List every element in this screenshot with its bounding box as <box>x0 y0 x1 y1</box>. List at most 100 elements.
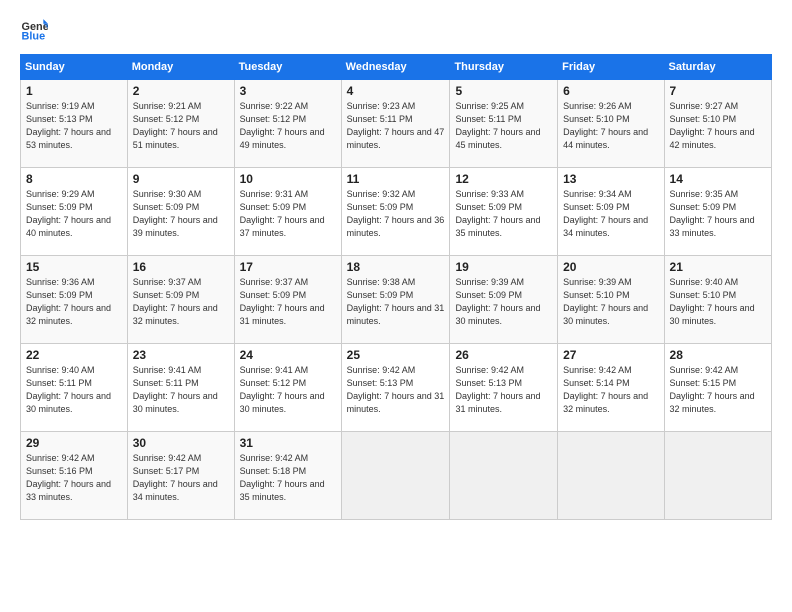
day-number: 2 <box>133 84 229 98</box>
day-number: 5 <box>455 84 552 98</box>
logo: General Blue <box>20 16 48 44</box>
weekday-row: SundayMondayTuesdayWednesdayThursdayFrid… <box>21 55 772 80</box>
calendar-cell: 27 Sunrise: 9:42 AMSunset: 5:14 PMDayligh… <box>558 344 664 432</box>
weekday-header: Friday <box>558 55 664 80</box>
calendar-cell: 28Sunrise: 9:42 AMSunset: 5:15 PMDayligh… <box>664 344 771 432</box>
day-detail: Sunrise: 9:29 AMSunset: 5:09 PMDaylight:… <box>26 188 122 240</box>
day-number: 22 <box>26 348 122 362</box>
day-detail: Sunrise: 9:40 AMSunset: 5:10 PMDaylight:… <box>670 276 766 328</box>
calendar-cell: 5 Sunrise: 9:25 AMSunset: 5:11 PMDaylight… <box>450 80 558 168</box>
day-detail: Sunrise: 9:42 AMSunset: 5:16 PMDaylight:… <box>26 452 122 504</box>
day-number: 31 <box>240 436 336 450</box>
day-number: 4 <box>347 84 445 98</box>
day-detail: Sunrise: 9:42 AMSunset: 5:13 PMDaylight:… <box>347 364 445 416</box>
calendar-cell: 16 Sunrise: 9:37 AMSunset: 5:09 PMDayligh… <box>127 256 234 344</box>
weekday-header: Wednesday <box>341 55 450 80</box>
calendar-cell <box>664 432 771 520</box>
day-detail: Sunrise: 9:37 AMSunset: 5:09 PMDaylight:… <box>240 276 336 328</box>
day-detail: Sunrise: 9:32 AMSunset: 5:09 PMDaylight:… <box>347 188 445 240</box>
day-number: 6 <box>563 84 658 98</box>
calendar-week-row: 8 Sunrise: 9:29 AMSunset: 5:09 PMDaylight… <box>21 168 772 256</box>
day-number: 20 <box>563 260 658 274</box>
calendar-cell: 9 Sunrise: 9:30 AMSunset: 5:09 PMDaylight… <box>127 168 234 256</box>
day-number: 16 <box>133 260 229 274</box>
calendar-cell: 12 Sunrise: 9:33 AMSunset: 5:09 PMDayligh… <box>450 168 558 256</box>
day-number: 15 <box>26 260 122 274</box>
day-number: 3 <box>240 84 336 98</box>
day-detail: Sunrise: 9:41 AMSunset: 5:12 PMDaylight:… <box>240 364 336 416</box>
calendar-week-row: 29 Sunrise: 9:42 AMSunset: 5:16 PMDayligh… <box>21 432 772 520</box>
day-number: 9 <box>133 172 229 186</box>
day-detail: Sunrise: 9:33 AMSunset: 5:09 PMDaylight:… <box>455 188 552 240</box>
calendar-cell: 3Sunrise: 9:22 AMSunset: 5:12 PMDaylight… <box>234 80 341 168</box>
calendar-cell: 21 Sunrise: 9:40 AMSunset: 5:10 PMDayligh… <box>664 256 771 344</box>
day-detail: Sunrise: 9:36 AMSunset: 5:09 PMDaylight:… <box>26 276 122 328</box>
calendar-cell: 17Sunrise: 9:37 AMSunset: 5:09 PMDayligh… <box>234 256 341 344</box>
calendar-cell: 29 Sunrise: 9:42 AMSunset: 5:16 PMDayligh… <box>21 432 128 520</box>
day-number: 8 <box>26 172 122 186</box>
day-number: 18 <box>347 260 445 274</box>
day-detail: Sunrise: 9:42 AMSunset: 5:13 PMDaylight:… <box>455 364 552 416</box>
day-detail: Sunrise: 9:42 AMSunset: 5:17 PMDaylight:… <box>133 452 229 504</box>
calendar-cell: 8 Sunrise: 9:29 AMSunset: 5:09 PMDaylight… <box>21 168 128 256</box>
calendar-cell: 4Sunrise: 9:23 AMSunset: 5:11 PMDaylight… <box>341 80 450 168</box>
day-detail: Sunrise: 9:34 AMSunset: 5:09 PMDaylight:… <box>563 188 658 240</box>
calendar-cell: 7 Sunrise: 9:27 AMSunset: 5:10 PMDaylight… <box>664 80 771 168</box>
calendar-cell: 23Sunrise: 9:41 AMSunset: 5:11 PMDayligh… <box>127 344 234 432</box>
day-number: 7 <box>670 84 766 98</box>
day-detail: Sunrise: 9:19 AMSunset: 5:13 PMDaylight:… <box>26 100 122 152</box>
day-number: 27 <box>563 348 658 362</box>
calendar-cell: 1 Sunrise: 9:19 AMSunset: 5:13 PMDaylight… <box>21 80 128 168</box>
calendar-cell: 18Sunrise: 9:38 AMSunset: 5:09 PMDayligh… <box>341 256 450 344</box>
calendar-cell: 15 Sunrise: 9:36 AMSunset: 5:09 PMDayligh… <box>21 256 128 344</box>
calendar-cell: 25 Sunrise: 9:42 AMSunset: 5:13 PMDayligh… <box>341 344 450 432</box>
calendar-cell: 6 Sunrise: 9:26 AMSunset: 5:10 PMDaylight… <box>558 80 664 168</box>
calendar-cell <box>341 432 450 520</box>
calendar-cell: 2 Sunrise: 9:21 AMSunset: 5:12 PMDaylight… <box>127 80 234 168</box>
calendar-cell <box>450 432 558 520</box>
calendar-cell <box>558 432 664 520</box>
calendar-week-row: 15 Sunrise: 9:36 AMSunset: 5:09 PMDayligh… <box>21 256 772 344</box>
day-detail: Sunrise: 9:35 AMSunset: 5:09 PMDaylight:… <box>670 188 766 240</box>
weekday-header: Sunday <box>21 55 128 80</box>
calendar-cell: 14 Sunrise: 9:35 AMSunset: 5:09 PMDayligh… <box>664 168 771 256</box>
calendar-header: SundayMondayTuesdayWednesdayThursdayFrid… <box>21 55 772 80</box>
page: General Blue SundayMondayTuesdayWednesda… <box>0 0 792 612</box>
day-number: 24 <box>240 348 336 362</box>
day-detail: Sunrise: 9:39 AMSunset: 5:10 PMDaylight:… <box>563 276 658 328</box>
day-number: 13 <box>563 172 658 186</box>
day-number: 21 <box>670 260 766 274</box>
day-number: 25 <box>347 348 445 362</box>
weekday-header: Saturday <box>664 55 771 80</box>
day-number: 26 <box>455 348 552 362</box>
day-detail: Sunrise: 9:42 AMSunset: 5:14 PMDaylight:… <box>563 364 658 416</box>
calendar-cell: 22Sunrise: 9:40 AMSunset: 5:11 PMDayligh… <box>21 344 128 432</box>
calendar-cell: 13 Sunrise: 9:34 AMSunset: 5:09 PMDayligh… <box>558 168 664 256</box>
day-detail: Sunrise: 9:42 AMSunset: 5:18 PMDaylight:… <box>240 452 336 504</box>
calendar-body: 1 Sunrise: 9:19 AMSunset: 5:13 PMDaylight… <box>21 80 772 520</box>
day-detail: Sunrise: 9:27 AMSunset: 5:10 PMDaylight:… <box>670 100 766 152</box>
day-detail: Sunrise: 9:25 AMSunset: 5:11 PMDaylight:… <box>455 100 552 152</box>
calendar-cell: 30 Sunrise: 9:42 AMSunset: 5:17 PMDayligh… <box>127 432 234 520</box>
day-detail: Sunrise: 9:37 AMSunset: 5:09 PMDaylight:… <box>133 276 229 328</box>
calendar: SundayMondayTuesdayWednesdayThursdayFrid… <box>20 54 772 520</box>
day-number: 1 <box>26 84 122 98</box>
day-number: 30 <box>133 436 229 450</box>
header: General Blue <box>20 16 772 44</box>
calendar-cell: 11Sunrise: 9:32 AMSunset: 5:09 PMDayligh… <box>341 168 450 256</box>
calendar-week-row: 22Sunrise: 9:40 AMSunset: 5:11 PMDayligh… <box>21 344 772 432</box>
svg-text:Blue: Blue <box>22 30 46 42</box>
day-number: 29 <box>26 436 122 450</box>
day-detail: Sunrise: 9:42 AMSunset: 5:15 PMDaylight:… <box>670 364 766 416</box>
calendar-week-row: 1 Sunrise: 9:19 AMSunset: 5:13 PMDaylight… <box>21 80 772 168</box>
day-number: 12 <box>455 172 552 186</box>
day-number: 23 <box>133 348 229 362</box>
day-detail: Sunrise: 9:30 AMSunset: 5:09 PMDaylight:… <box>133 188 229 240</box>
day-detail: Sunrise: 9:21 AMSunset: 5:12 PMDaylight:… <box>133 100 229 152</box>
calendar-cell: 10Sunrise: 9:31 AMSunset: 5:09 PMDayligh… <box>234 168 341 256</box>
day-number: 14 <box>670 172 766 186</box>
calendar-cell: 19Sunrise: 9:39 AMSunset: 5:09 PMDayligh… <box>450 256 558 344</box>
day-number: 19 <box>455 260 552 274</box>
day-detail: Sunrise: 9:26 AMSunset: 5:10 PMDaylight:… <box>563 100 658 152</box>
calendar-cell: 20 Sunrise: 9:39 AMSunset: 5:10 PMDayligh… <box>558 256 664 344</box>
